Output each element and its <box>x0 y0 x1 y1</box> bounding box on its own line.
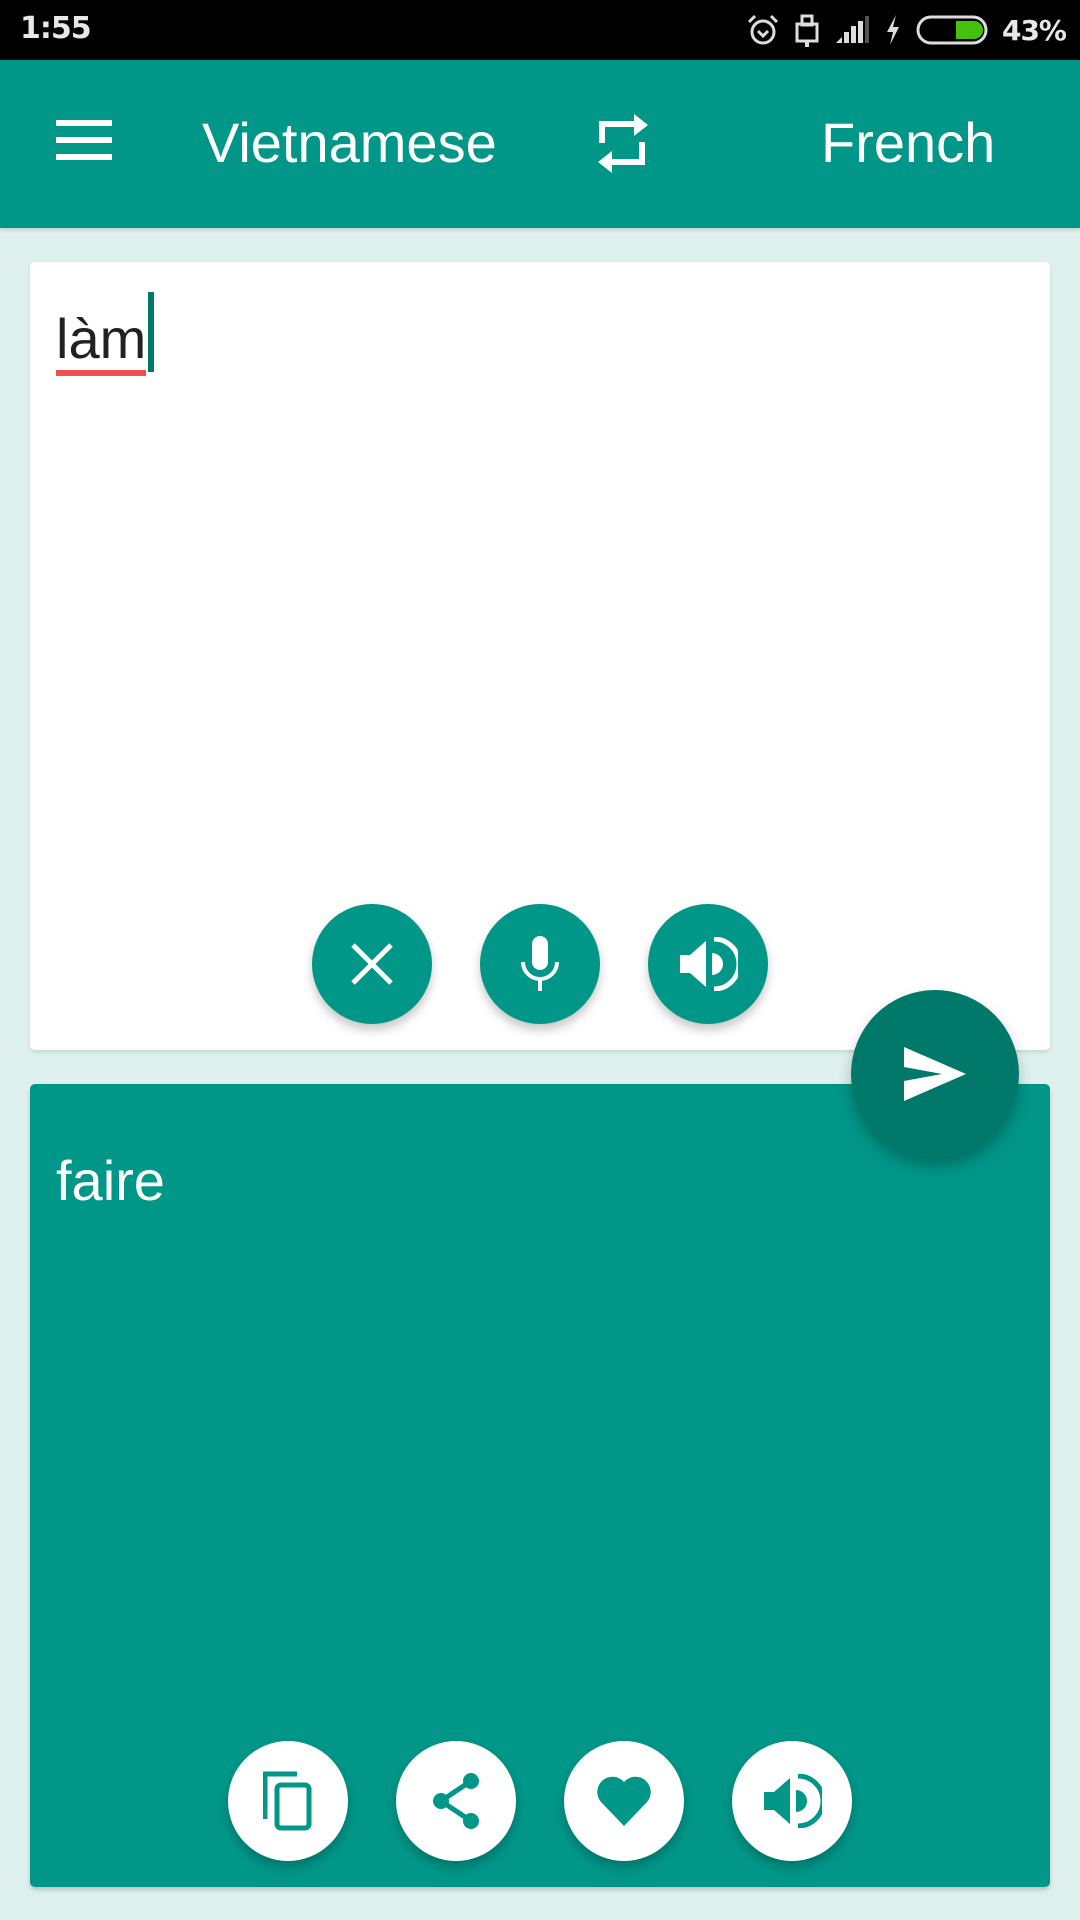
speaker-icon <box>680 937 738 991</box>
battery-icon <box>916 15 988 45</box>
input-card: làm <box>30 262 1050 1050</box>
signal-icon <box>835 16 869 43</box>
swap-languages-icon <box>598 114 648 173</box>
send-icon <box>904 1047 966 1101</box>
alarm-icon <box>747 14 779 45</box>
heart-icon <box>597 1776 651 1826</box>
speak-input-button[interactable] <box>648 904 768 1024</box>
target-language-selector[interactable]: French <box>821 110 995 175</box>
share-icon <box>433 1773 479 1829</box>
copy-button[interactable] <box>228 1741 348 1861</box>
status-bar: 1:55 43% <box>0 0 1080 60</box>
clear-button[interactable] <box>312 904 432 1024</box>
translated-text: faire <box>56 1149 165 1212</box>
status-icons: 43% <box>746 10 1067 50</box>
text-cursor <box>148 292 155 372</box>
battery-percent: 43% <box>1001 13 1067 47</box>
speak-output-button[interactable] <box>732 1741 852 1861</box>
usb-icon <box>795 14 819 47</box>
source-text-input[interactable]: làm <box>56 292 155 376</box>
output-card: faire <box>30 1084 1050 1887</box>
voice-input-button[interactable] <box>480 904 600 1024</box>
translate-button[interactable] <box>851 990 1019 1158</box>
copy-icon <box>263 1771 312 1831</box>
charging-icon <box>886 15 899 45</box>
menu-button[interactable] <box>56 120 112 162</box>
app-bar: Vietnamese French <box>0 60 1080 228</box>
source-language-selector[interactable]: Vietnamese <box>202 110 497 175</box>
share-button[interactable] <box>396 1741 516 1861</box>
favorite-button[interactable] <box>564 1741 684 1861</box>
speaker-icon <box>764 1774 822 1828</box>
swap-languages-button[interactable] <box>596 112 652 174</box>
microphone-icon <box>521 936 559 991</box>
source-text-value: làm <box>56 307 147 376</box>
status-time: 1:55 <box>20 11 92 46</box>
close-icon <box>351 943 393 985</box>
hamburger-menu-icon <box>56 120 112 160</box>
